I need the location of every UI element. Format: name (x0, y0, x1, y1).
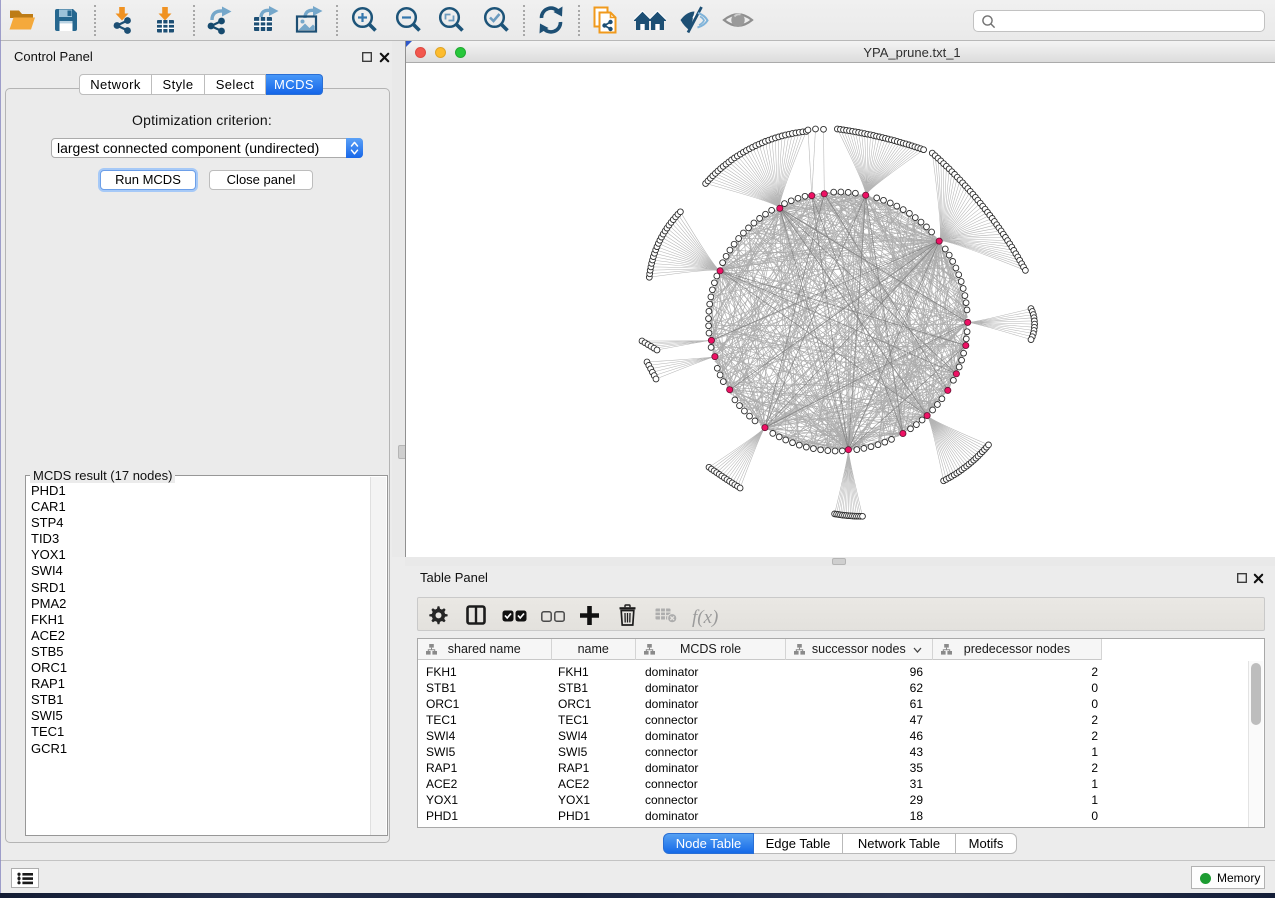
svg-text:f(x): f(x) (692, 607, 718, 628)
